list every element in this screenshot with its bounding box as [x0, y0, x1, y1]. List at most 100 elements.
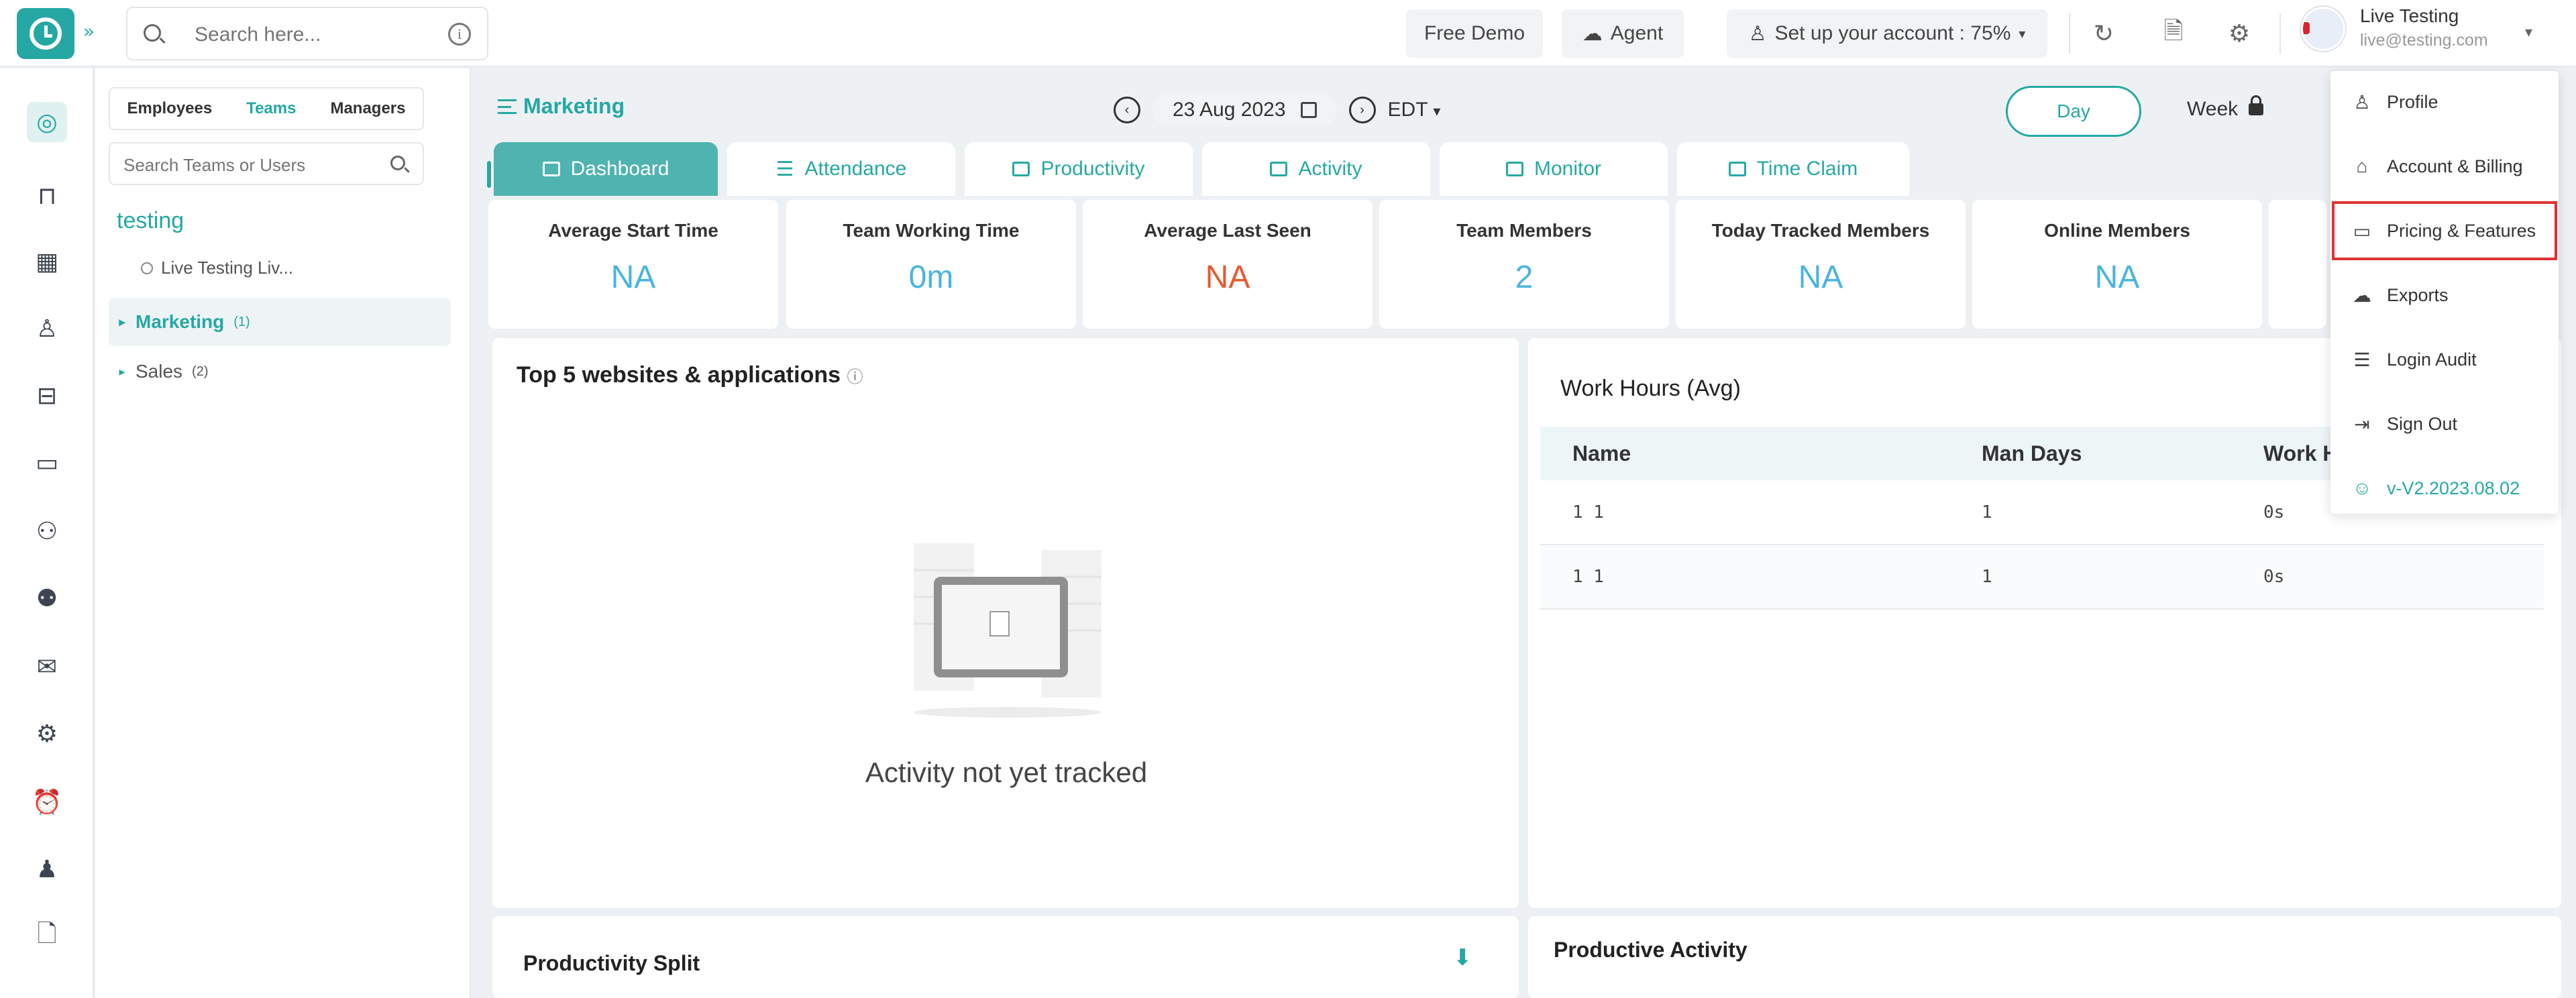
free-demo-label: Free Demo	[1424, 22, 1525, 44]
menu-item-account-billing[interactable]: ⌂ Account & Billing	[2330, 135, 2559, 197]
dashboard-icon[interactable]: ◎	[27, 102, 67, 142]
org-name[interactable]: testing	[117, 208, 184, 234]
stat-label: Team Working Time	[843, 220, 1020, 241]
bank-icon: ⌂	[2356, 156, 2368, 176]
member-item[interactable]: Live Testing Liv...	[141, 258, 293, 278]
team-name: Marketing	[136, 311, 225, 332]
stat-value: NA	[1205, 260, 1250, 295]
info-icon[interactable]: ⓘ	[847, 368, 863, 386]
chevron-down-icon[interactable]: ▾	[2525, 24, 2532, 41]
mail-icon[interactable]: ✉	[27, 647, 67, 687]
tab-productivity[interactable]: Productivity	[965, 142, 1193, 196]
tab-activity[interactable]: Activity	[1202, 142, 1430, 196]
settings-icon[interactable]: ⚙	[27, 714, 67, 754]
stat-value: 0m	[908, 260, 954, 295]
setup-account-button[interactable]: ♙ Set up your account : 75% ▾	[1727, 9, 2047, 58]
chevron-down-icon: ▾	[1433, 103, 1441, 119]
team-icon[interactable]: ⚇	[27, 511, 67, 551]
stat-value: NA	[610, 260, 656, 295]
stat-label: Average Start Time	[548, 220, 718, 241]
timesheet-icon[interactable]: ⊓	[27, 176, 67, 216]
week-button[interactable]: Week	[2187, 95, 2264, 121]
breadcrumb[interactable]: Marketing	[498, 94, 625, 119]
sign-out-icon: ⇥	[2354, 413, 2370, 435]
menu-item-exports[interactable]: ☁ Exports	[2330, 264, 2559, 326]
tab-teams[interactable]: Teams	[246, 99, 296, 118]
menu-item-login-audit[interactable]: ☰ Login Audit	[2330, 329, 2559, 390]
date-picker[interactable]: 23 Aug 2023	[1152, 93, 1337, 127]
tab-attendance[interactable]: ☰ Attendance	[727, 142, 955, 196]
alarm-icon[interactable]: ⏰	[27, 782, 67, 822]
team-panel: Employees Teams Managers testing Live Te…	[95, 68, 471, 998]
checklist-icon: ☰	[775, 158, 794, 180]
team-item-sales[interactable]: ▸ Sales (2)	[109, 347, 451, 396]
cell-man-days: 1	[1949, 545, 2231, 610]
tab-employees[interactable]: Employees	[127, 99, 212, 118]
day-button[interactable]: Day	[2006, 86, 2141, 137]
activity-icon	[1270, 162, 1288, 176]
search-icon[interactable]	[390, 156, 405, 170]
tab-time-claim[interactable]: Time Claim	[1677, 142, 1909, 196]
week-label: Week	[2187, 98, 2239, 120]
settings-icon[interactable]: ⚙	[2220, 15, 2258, 52]
refresh-icon[interactable]: ↻	[2085, 15, 2123, 52]
avatar[interactable]	[2301, 7, 2345, 51]
report-icon[interactable]: 🗋	[27, 916, 67, 956]
team-item-marketing[interactable]: ▸ Marketing (1)	[109, 298, 451, 346]
stat-card: Today Tracked Members NA	[1676, 200, 1966, 329]
stat-card	[2269, 200, 2326, 329]
icon-sidebar: ◎ ⊓ ▦ ♙ ⊟ ▭ ⚇ ⚉ ✉ ⚙ ⏰ ♟ 🗋	[0, 68, 94, 998]
menu-item-label: Account & Billing	[2387, 156, 2523, 176]
column-header[interactable]: Man Days	[1949, 427, 2231, 480]
tab-label: Attendance	[804, 158, 907, 180]
cloud-upload-icon: ☁	[2353, 284, 2371, 306]
briefcase-icon[interactable]: ⊟	[27, 376, 67, 416]
free-demo-button[interactable]: Free Demo	[1406, 9, 1543, 58]
org-chart-icon[interactable]: ⚉	[27, 578, 67, 618]
previous-day-icon[interactable]: ‹	[1114, 97, 1140, 123]
table-row[interactable]: 1 1 1 0s	[1540, 545, 2544, 610]
stat-label: Online Members	[2044, 220, 2190, 241]
stat-value: 2	[1515, 260, 1534, 295]
pricing-icon: ▭	[2353, 220, 2371, 241]
search-input[interactable]	[195, 21, 423, 48]
setup-label: Set up your account : 75%	[1774, 22, 2011, 44]
expand-icon[interactable]: ▸	[109, 365, 136, 379]
tab-label: Activity	[1298, 158, 1362, 180]
menu-icon[interactable]	[498, 99, 517, 114]
empty-state-message: Activity not yet tracked	[865, 757, 1148, 788]
timezone-select[interactable]: EDT ▾	[1388, 99, 1441, 121]
menu-item-pricing-features[interactable]: ▭ Pricing & Features	[2330, 200, 2559, 262]
expand-icon[interactable]: ▸	[109, 315, 136, 329]
cell-name: 1 1	[1540, 480, 1949, 545]
info-icon[interactable]: i	[448, 23, 471, 46]
next-day-icon[interactable]: ›	[1348, 97, 1376, 123]
monitor-icon[interactable]: ▭	[27, 443, 67, 483]
user-name[interactable]: Live Testing	[2360, 5, 2459, 27]
download-icon[interactable]: ⬇	[1453, 944, 1472, 971]
member-name: Live Testing Liv...	[161, 258, 294, 278]
tab-managers[interactable]: Managers	[330, 99, 405, 118]
column-header[interactable]: Name	[1540, 427, 1949, 480]
tab-label: Monitor	[1534, 158, 1602, 180]
team-count: (1)	[233, 314, 250, 329]
status-dot	[141, 262, 153, 274]
agent-button[interactable]: ☁ Agent	[1562, 9, 1684, 58]
user-email: live@testing.com	[2360, 31, 2488, 50]
timezone-value: EDT	[1387, 99, 1428, 121]
menu-item-profile[interactable]: ♙ Profile	[2330, 71, 2559, 133]
user-icon[interactable]: ♙	[27, 309, 67, 349]
team-search	[109, 142, 445, 185]
tab-dashboard[interactable]: Dashboard	[487, 142, 718, 196]
user-badge-icon[interactable]: ♟	[27, 849, 67, 889]
chevron-down-icon: ▾	[2019, 26, 2026, 42]
app-logo[interactable]	[17, 8, 74, 59]
menu-item-sign-out[interactable]: ⇥ Sign Out	[2330, 393, 2559, 455]
tab-monitor[interactable]: Monitor	[1440, 142, 1668, 196]
divider	[2069, 13, 2070, 54]
clock-icon	[30, 17, 62, 50]
calendar-icon[interactable]: ▦	[27, 241, 67, 282]
expand-sidebar-icon[interactable]: »	[83, 20, 95, 42]
tab-label: Time Claim	[1756, 158, 1858, 180]
document-icon[interactable]: 🗎	[2155, 15, 2192, 52]
